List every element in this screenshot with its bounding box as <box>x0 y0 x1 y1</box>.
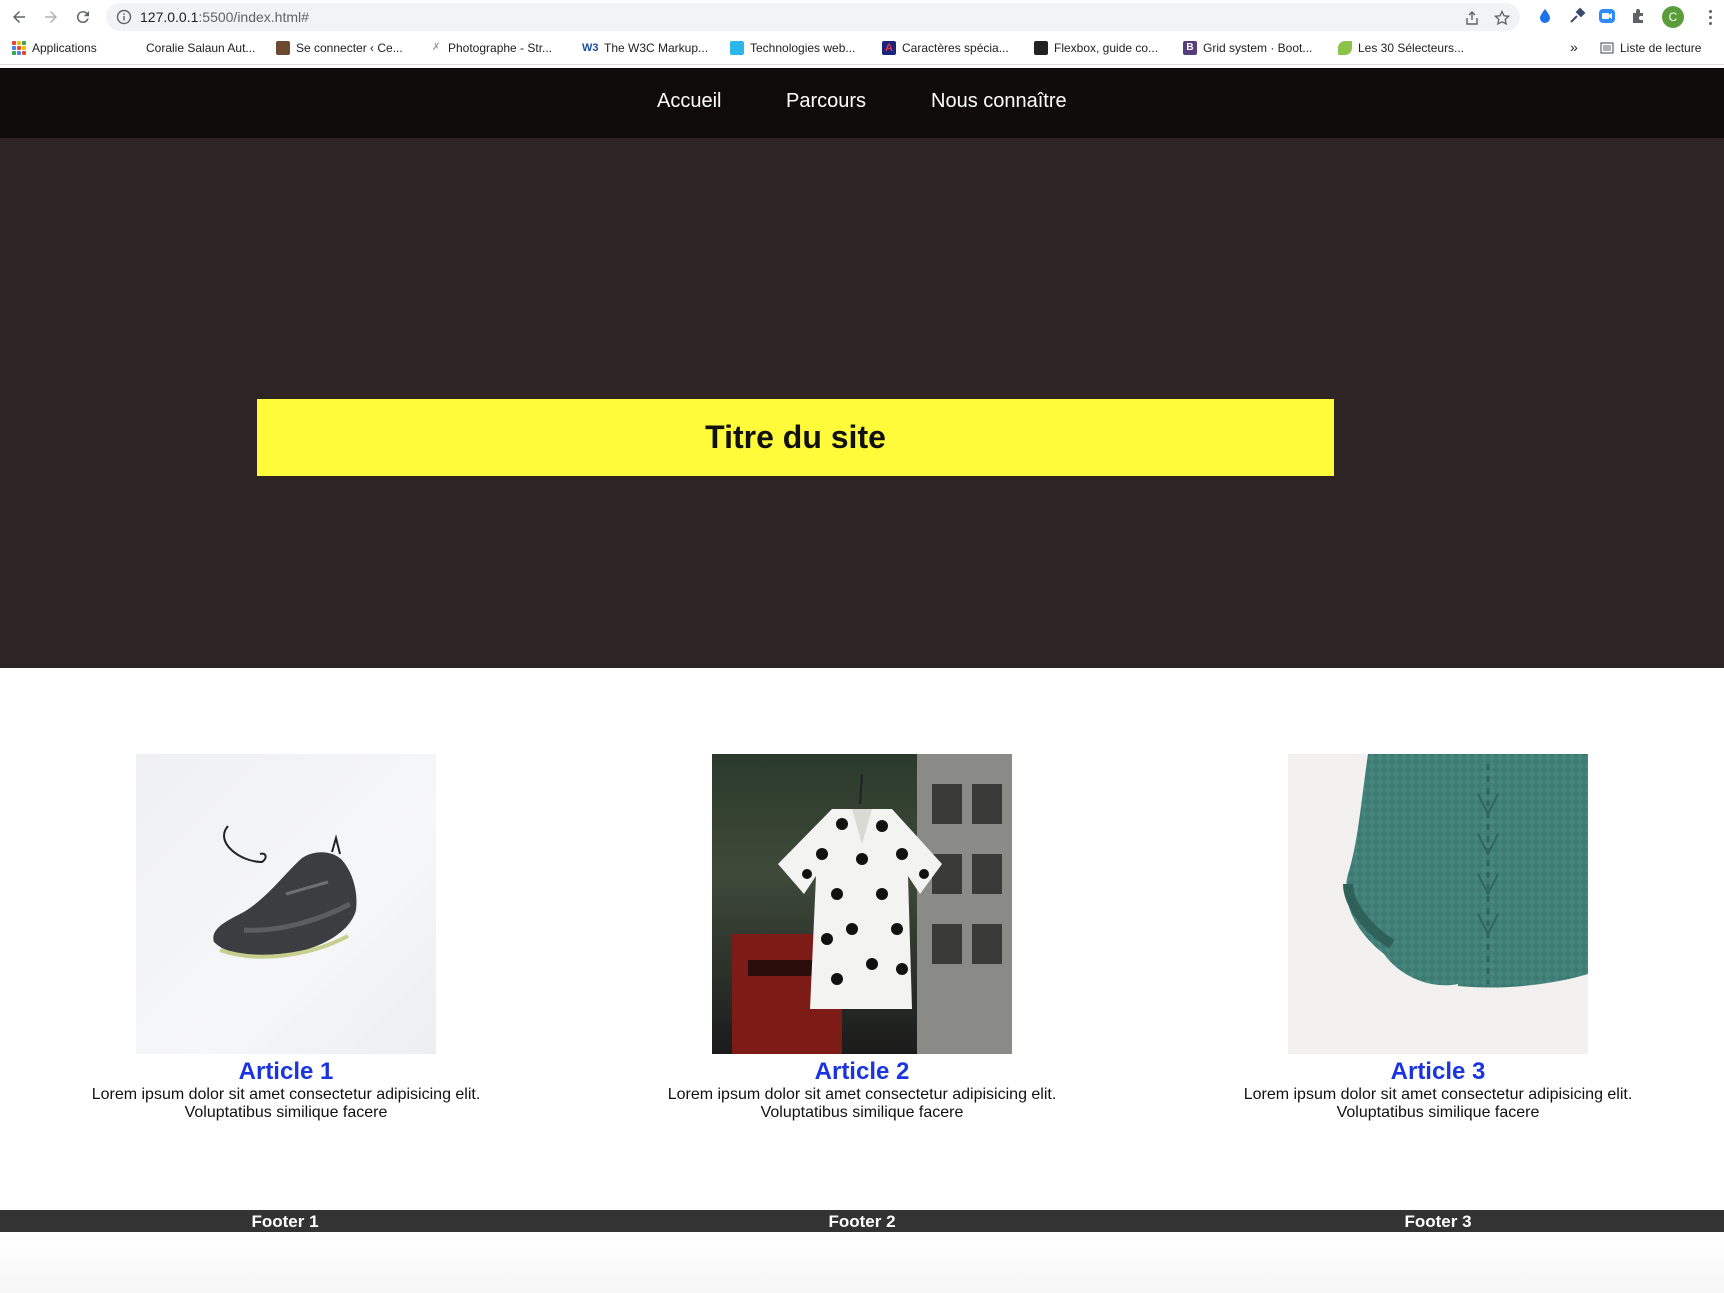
bookmark-coralie[interactable]: Coralie Salaun Aut... <box>146 41 255 55</box>
site-footer: Footer 1 Footer 2 Footer 3 <box>0 1210 1724 1232</box>
bookmark-w3c[interactable]: W3 The W3C Markup... <box>582 41 708 55</box>
bookmark-label: The W3C Markup... <box>604 41 709 55</box>
bookmark-label: Caractères spécia... <box>902 41 1009 55</box>
url-host: 127.0.0.1 <box>140 9 199 25</box>
sweater-illustration <box>1343 754 1588 988</box>
address-bar[interactable]: 127.0.0.1:5500/index.html# <box>106 3 1520 31</box>
shirt-illustration <box>732 754 1012 1054</box>
bookmark-label: Se connecter ‹ Ce... <box>296 41 403 55</box>
forward-button[interactable] <box>38 4 64 30</box>
star-icon[interactable] <box>1494 10 1510 26</box>
w3c-favicon-icon: W3 <box>582 42 599 54</box>
bookmark-caracteres-speciaux[interactable]: A Caractères spécia... <box>882 41 1009 55</box>
bookmark-grid-system[interactable]: B Grid system · Boot... <box>1183 41 1312 55</box>
back-button[interactable] <box>6 4 32 30</box>
drop-extension-icon[interactable] <box>1536 7 1554 25</box>
site-title: Titre du site <box>705 419 886 455</box>
share-icon[interactable] <box>1464 10 1480 26</box>
article-text-line: Voluptatibus similique facere <box>184 1104 388 1121</box>
bookmark-se-connecter[interactable]: Se connecter ‹ Ce... <box>276 41 403 55</box>
strike-favicon-icon: ✗ <box>432 42 441 53</box>
footer-item-2: Footer 2 <box>828 1212 896 1231</box>
article-title[interactable]: Article 3 <box>1148 1058 1724 1086</box>
reading-list-button[interactable]: Liste de lecture <box>1600 41 1701 55</box>
footer-item-3: Footer 3 <box>1404 1212 1472 1231</box>
nav-link-accueil[interactable]: Accueil <box>657 90 721 113</box>
bookmark-technologies-web[interactable]: Technologies web... <box>730 41 855 55</box>
bookmark-label: Grid system · Boot... <box>1203 41 1313 55</box>
reload-button[interactable] <box>70 4 96 30</box>
bookmarks-overflow-button[interactable]: » <box>1570 39 1578 55</box>
page-bottom-area <box>0 1232 1724 1293</box>
article-text-line: Lorem ipsum dolor sit amet consectetur a… <box>91 1086 481 1103</box>
puzzle-extensions-icon[interactable] <box>1630 7 1648 25</box>
bookmark-30-selecteurs[interactable]: Les 30 Sélecteurs... <box>1338 41 1464 55</box>
bookmark-label: Applications <box>32 41 97 55</box>
bookmark-flexbox[interactable]: Flexbox, guide co... <box>1034 41 1158 55</box>
article-card: Article 1 Lorem ipsum dolor sit amet con… <box>0 754 576 1122</box>
eyedropper-extension-icon[interactable] <box>1568 7 1586 25</box>
site-title-box: Titre du site <box>257 399 1334 476</box>
bootstrap-favicon-icon: B <box>1183 41 1197 55</box>
nav-link-parcours[interactable]: Parcours <box>786 90 866 113</box>
reading-list-label: Liste de lecture <box>1620 41 1702 55</box>
sneaker-illustration <box>213 825 357 959</box>
article-text-line: Voluptatibus similique facere <box>760 1104 964 1121</box>
article-card: Article 2 Lorem ipsum dolor sit amet con… <box>572 754 1152 1122</box>
article-title[interactable]: Article 1 <box>0 1058 576 1086</box>
leaf-favicon-icon <box>1338 41 1352 55</box>
arrow-left-icon <box>13 11 25 23</box>
arrow-right-icon <box>45 11 57 23</box>
bookmark-label: Technologies web... <box>750 41 856 55</box>
zoom-extension-icon[interactable] <box>1598 7 1616 25</box>
article-text-line: Lorem ipsum dolor sit amet consectetur a… <box>1243 1086 1633 1103</box>
bookmark-label: Photographe - Str... <box>448 41 553 55</box>
nav-link-nous-connaitre[interactable]: Nous connaître <box>931 90 1067 113</box>
sneaker-photo <box>136 754 436 1054</box>
browser-toolbar: 127.0.0.1:5500/index.html# C <box>0 0 1724 34</box>
kebab-menu-icon[interactable] <box>1700 6 1720 28</box>
mdn-favicon-icon <box>730 41 744 55</box>
url-text[interactable]: 127.0.0.1:5500/index.html# <box>140 9 309 25</box>
reading-list-icon <box>1600 42 1614 54</box>
article-text-line: Lorem ipsum dolor sit amet consectetur a… <box>667 1086 1057 1103</box>
polka-dot-shirt-photo <box>712 754 1012 1054</box>
reload-icon <box>76 11 89 24</box>
hero-banner: Titre du site <box>0 138 1724 668</box>
bookmarks-bar: Applications Coralie Salaun Aut... Se co… <box>0 34 1724 65</box>
apps-grid-icon <box>12 41 26 55</box>
site-navbar: Accueil Parcours Nous connaître <box>0 68 1724 138</box>
bookmark-label: Flexbox, guide co... <box>1054 41 1159 55</box>
bookmark-label: Coralie Salaun Aut... <box>146 41 256 55</box>
flexbox-favicon-icon <box>1034 41 1048 55</box>
bookmark-applications[interactable]: Applications <box>12 41 97 55</box>
article-title[interactable]: Article 2 <box>572 1058 1152 1086</box>
bookmark-photographe[interactable]: ✗ Photographe - Str... <box>432 41 552 55</box>
bookmark-label: Les 30 Sélecteurs... <box>1358 41 1465 55</box>
url-path: :5500/index.html# <box>198 9 309 25</box>
green-sweater-photo <box>1288 754 1588 1054</box>
a-favicon-icon: A <box>882 41 896 55</box>
profile-avatar[interactable]: C <box>1662 6 1684 28</box>
site-favicon-icon <box>276 41 290 55</box>
article-text-line: Voluptatibus similique facere <box>1336 1104 1540 1121</box>
article-card: Article 3 Lorem ipsum dolor sit amet con… <box>1148 754 1724 1122</box>
footer-item-1: Footer 1 <box>251 1212 319 1231</box>
info-icon[interactable] <box>116 9 132 25</box>
